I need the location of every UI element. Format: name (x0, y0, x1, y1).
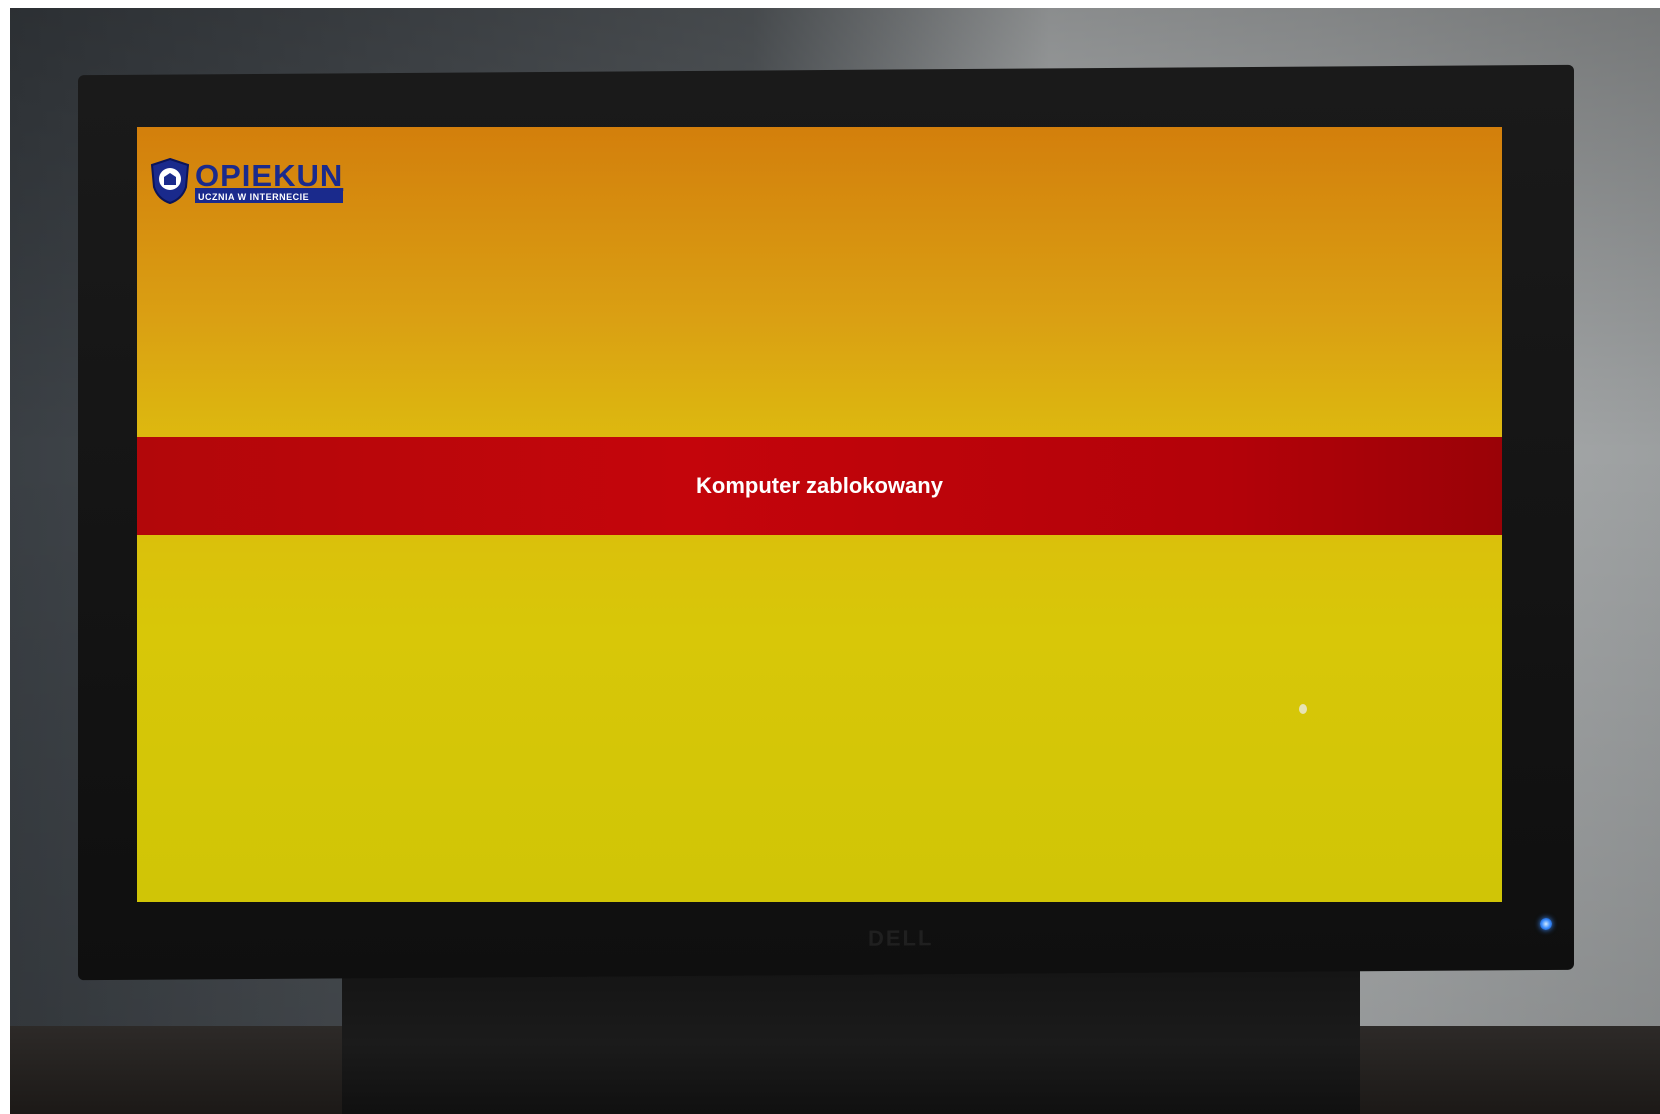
logo-text: OPIEKUN UCZNIA W INTERNECIE (195, 157, 344, 203)
lock-screen: OPIEKUN UCZNIA W INTERNECIE Komputer zab… (137, 127, 1502, 902)
power-led-icon (1540, 917, 1552, 931)
monitor-brand-logo: DELL (868, 925, 934, 951)
lock-banner: Komputer zablokowany (137, 437, 1502, 535)
logo-subtitle: UCZNIA W INTERNECIE (195, 190, 344, 203)
shield-logo-icon (150, 157, 190, 205)
app-logo: OPIEKUN UCZNIA W INTERNECIE (149, 157, 344, 205)
mouse-cursor (1299, 704, 1307, 714)
logo-title: OPIEKUN (195, 157, 344, 193)
lock-message: Komputer zablokowany (696, 473, 943, 498)
